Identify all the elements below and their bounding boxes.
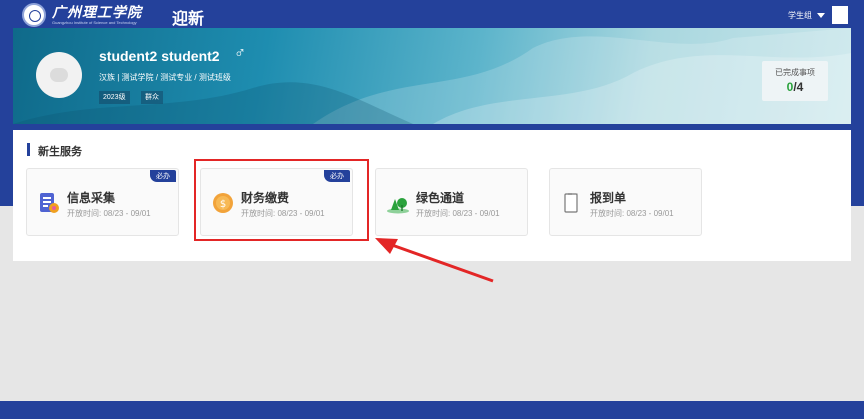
chevron-down-icon: [817, 12, 825, 18]
service-card-green-channel[interactable]: 绿色通道 开放时间: 08/23 - 09/01: [375, 168, 528, 236]
card-title: 报到单: [590, 191, 627, 205]
avatar-placeholder-icon: [50, 68, 68, 82]
male-gender-icon: ♂: [234, 45, 246, 62]
section-marker: [27, 143, 30, 156]
footer-bar: [0, 401, 864, 419]
school-logo-icon: [22, 3, 46, 27]
card-open-time: 开放时间: 08/23 - 09/01: [67, 209, 151, 218]
green-channel-icon: [387, 198, 409, 214]
section-title: 新生服务: [38, 146, 82, 158]
role-selector-label: 学生组: [788, 10, 812, 20]
app-title: 迎新: [172, 11, 205, 28]
form-icon: [40, 193, 59, 213]
card-title: 绿色通道: [416, 191, 465, 205]
completed-items-count: 0/4: [762, 80, 828, 94]
grade-tag: 2023级: [99, 91, 130, 104]
document-icon: [564, 193, 578, 213]
school-name: 广州理工学院: [52, 5, 142, 21]
role-selector[interactable]: 学生组: [784, 6, 829, 24]
completed-items-box: 已完成事项 0/4: [762, 61, 828, 101]
completed-items-label: 已完成事项: [775, 68, 815, 77]
political-status-tag: 群众: [141, 91, 163, 104]
school-name-english: Guangzhou Institute of Science and Techn…: [52, 20, 137, 25]
card-title: 信息采集: [67, 191, 116, 205]
student-info: 汉族 | 测试学院 / 测试专业 / 测试班级: [99, 73, 231, 82]
avatar: [36, 52, 82, 98]
highlight-box: [194, 159, 369, 241]
required-badge: 必办: [150, 170, 176, 182]
card-open-time: 开放时间: 08/23 - 09/01: [590, 209, 674, 218]
card-open-time: 开放时间: 08/23 - 09/01: [416, 209, 500, 218]
service-card-registration-form[interactable]: 报到单 开放时间: 08/23 - 09/01: [549, 168, 702, 236]
top-navigation-bar: 广州理工学院 Guangzhou Institute of Science an…: [0, 0, 864, 30]
student-name: student2 student2: [99, 48, 220, 64]
service-card-info-collection[interactable]: 信息采集 开放时间: 08/23 - 09/01 必办: [26, 168, 179, 236]
completed-total-count: /4: [793, 80, 804, 94]
user-menu-button[interactable]: [832, 6, 848, 24]
